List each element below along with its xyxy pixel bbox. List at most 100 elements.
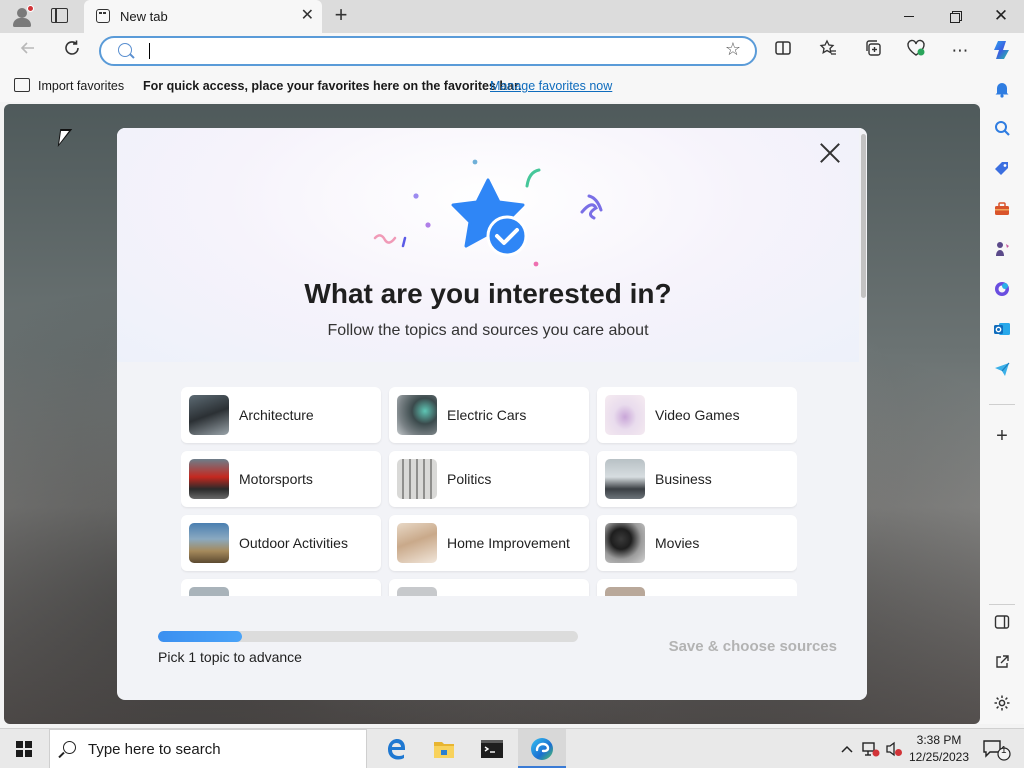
file-explorer-taskbar-icon[interactable] — [420, 729, 468, 768]
edge-taskbar-icon[interactable] — [518, 729, 566, 768]
topic-card-outdoor-activities[interactable]: Outdoor Activities — [181, 515, 381, 571]
restore-button[interactable] — [932, 0, 978, 33]
windows-start-icon[interactable] — [0, 729, 48, 768]
topic-card-video-games[interactable]: Video Games — [597, 387, 797, 443]
progress-fill — [158, 631, 242, 642]
open-external-icon[interactable] — [990, 654, 1014, 678]
terminal-taskbar-icon[interactable] — [468, 729, 516, 768]
topic-card-electric-cars[interactable]: Electric Cars — [389, 387, 589, 443]
copilot-icon[interactable] — [990, 39, 1014, 63]
outdoor-activities-thumbnail — [189, 523, 229, 563]
topic-label: Motorsports — [239, 471, 313, 487]
tab-title: New tab — [120, 9, 168, 24]
add-favorite-star-icon[interactable]: ☆ — [725, 39, 741, 60]
split-screen-icon[interactable] — [771, 39, 795, 63]
tools-toolbox-icon[interactable] — [990, 200, 1014, 224]
topic-card-partial[interactable] — [597, 579, 797, 596]
microsoft-365-icon[interactable] — [990, 280, 1014, 304]
search-icon — [118, 43, 132, 57]
topic-progress-bar — [158, 631, 578, 642]
settings-and-more-icon[interactable]: ⋯ — [948, 39, 972, 63]
edge-legacy-taskbar-icon[interactable] — [372, 729, 420, 768]
partial-thumbnail — [605, 587, 645, 596]
sidebar-divider — [989, 404, 1015, 405]
edge-sidebar: + — [980, 70, 1024, 724]
action-center-notification-icon[interactable]: 1 — [978, 729, 1018, 768]
dialog-title: What are you interested in? — [304, 278, 672, 309]
topic-label: Outdoor Activities — [239, 535, 348, 551]
address-bar[interactable]: ☆ — [99, 36, 757, 66]
system-clock[interactable]: 3:38 PM 12/25/2023 — [904, 732, 974, 766]
taskbar-search-placeholder: Type here to search — [88, 741, 221, 758]
tab-close-icon[interactable]: ✕ — [301, 7, 314, 25]
games-chess-icon[interactable] — [990, 240, 1014, 264]
navigation-bar: ☆ ⋯ — [0, 33, 1024, 70]
new-tab-plus-icon[interactable]: + — [330, 4, 352, 28]
refresh-icon[interactable] — [60, 39, 84, 63]
topic-card-movies[interactable]: Movies — [597, 515, 797, 571]
collections-icon[interactable] — [861, 39, 885, 63]
minimize-button[interactable] — [886, 0, 932, 33]
interests-dialog: What are you interested in? Follow the t… — [117, 128, 867, 700]
partial-thumbnail — [189, 587, 229, 596]
topic-card-business[interactable]: Business — [597, 451, 797, 507]
add-sidebar-app-icon[interactable]: + — [990, 424, 1014, 448]
topic-label: Electric Cars — [447, 407, 527, 423]
topic-label: Politics — [447, 471, 492, 487]
close-window-button[interactable]: ✕ — [978, 0, 1024, 33]
tab-actions-icon[interactable] — [51, 8, 68, 23]
video-games-thumbnail — [605, 395, 645, 435]
mouse-pointer-icon — [57, 129, 73, 147]
clock-date: 12/25/2023 — [908, 750, 970, 764]
import-favorites-button[interactable]: Import favorites — [38, 79, 124, 93]
topic-card-architecture[interactable]: Architecture — [181, 387, 381, 443]
favorites-bar-message: For quick access, place your favorites h… — [143, 79, 522, 93]
topic-card-partial[interactable] — [181, 579, 381, 596]
dialog-close-icon[interactable] — [819, 142, 841, 164]
sidebar-divider — [989, 604, 1015, 605]
search-icon — [63, 741, 76, 754]
dialog-subtitle: Follow the topics and sources you care a… — [327, 322, 649, 339]
architecture-thumbnail — [189, 395, 229, 435]
dialog-scrollbar[interactable] — [859, 128, 867, 700]
save-and-choose-sources-button[interactable]: Save & choose sources — [637, 638, 837, 655]
star-checkmark-icon — [373, 159, 603, 267]
topic-card-partial[interactable] — [389, 579, 589, 596]
business-thumbnail — [605, 459, 645, 499]
back-arrow-icon[interactable] — [16, 39, 40, 63]
electric-cars-thumbnail — [397, 395, 437, 435]
topics-grid: Architecture Electric Cars Video Games M… — [181, 387, 797, 596]
topic-card-home-improvement[interactable]: Home Improvement — [389, 515, 589, 571]
browser-essentials-icon[interactable] — [904, 39, 928, 63]
hide-sidebar-icon[interactable] — [990, 614, 1014, 638]
outlook-icon[interactable] — [990, 320, 1014, 344]
send-drop-icon[interactable] — [990, 360, 1014, 384]
movies-thumbnail — [605, 523, 645, 563]
topic-card-politics[interactable]: Politics — [389, 451, 589, 507]
show-hidden-icons-chevron-icon[interactable] — [838, 729, 856, 768]
progress-label: Pick 1 topic to advance — [158, 649, 302, 665]
topic-label: Movies — [655, 535, 700, 551]
network-icon[interactable] — [860, 729, 882, 768]
taskbar-search-box[interactable]: Type here to search — [49, 729, 367, 768]
partial-thumbnail — [397, 587, 437, 596]
import-favorites-icon — [14, 78, 30, 92]
topic-label: Video Games — [655, 407, 740, 423]
topic-label: Home Improvement — [447, 535, 570, 551]
motorsports-thumbnail — [189, 459, 229, 499]
notifications-bell-icon[interactable] — [990, 80, 1014, 104]
tab-new-tab[interactable]: New tab ✕ — [84, 0, 322, 33]
shopping-tag-icon[interactable] — [990, 160, 1014, 184]
new-tab-favicon-icon — [96, 9, 110, 23]
favorites-icon[interactable] — [816, 39, 840, 63]
address-input[interactable] — [153, 41, 713, 61]
clock-time: 3:38 PM — [916, 733, 962, 747]
volume-muted-icon[interactable] — [884, 729, 904, 768]
home-improvement-thumbnail — [397, 523, 437, 563]
search-sidebar-icon[interactable] — [990, 119, 1014, 143]
sidebar-settings-gear-icon[interactable] — [990, 694, 1014, 718]
dialog-scrollbar-thumb[interactable] — [861, 134, 866, 298]
manage-favorites-link[interactable]: Manage favorites now — [490, 79, 612, 93]
topic-card-motorsports[interactable]: Motorsports — [181, 451, 381, 507]
profile-avatar-icon[interactable] — [10, 5, 34, 29]
